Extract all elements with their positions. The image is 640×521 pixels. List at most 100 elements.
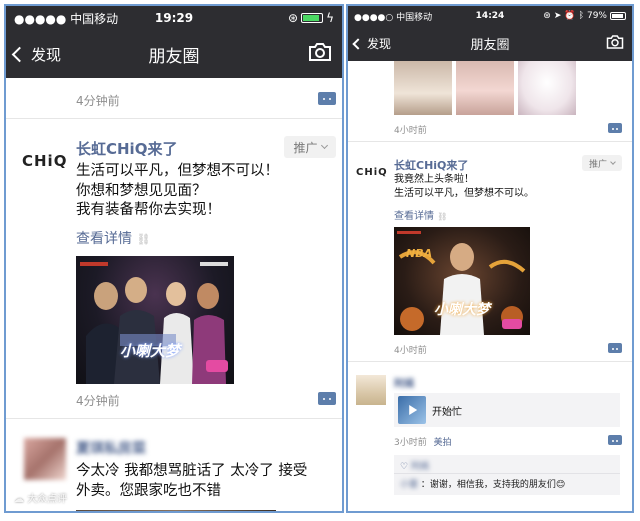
comment-row[interactable]: 小蕾 ：谢谢，相信我，支持我的朋友们😊 xyxy=(400,477,565,490)
battery-percent: 79% xyxy=(586,11,607,21)
poster-title: 小喇大梦 xyxy=(120,342,181,360)
nav-bar: ●●●●● 中国移动 19:29 ⊛ ϟ 发现 朋友圈 xyxy=(6,6,342,78)
carrier-label: ●●●●○ 中国移动 xyxy=(354,12,433,23)
title-bar: 发现 朋友圈 xyxy=(348,26,632,61)
moments-feed[interactable]: 4分钟前 CHiQ 长虹CHiQ来了 推广 生活可以平凡，但梦想不可以！ 你想和… xyxy=(6,78,342,511)
post-line: 生活可以平凡，但梦想不可以。 xyxy=(394,187,534,199)
details-link[interactable]: 查看详情 ⛓ xyxy=(394,207,447,222)
status-icons: ⊛ ϟ xyxy=(288,11,334,25)
post-line: 生活可以平凡，但梦想不可以！ xyxy=(76,163,279,179)
divider xyxy=(6,118,342,119)
likes-comments-box: ♡ 阿嫣 小蕾 ：谢谢，相信我，支持我的朋友们😊 xyxy=(394,455,620,495)
rotation-lock-icon: ⊛ xyxy=(288,11,299,25)
battery-icon xyxy=(301,13,324,23)
camera-button[interactable] xyxy=(606,34,624,53)
watermark-label: 大众点评 xyxy=(27,494,68,505)
back-button[interactable]: 发现 xyxy=(348,35,391,52)
post-time: 4分钟前 xyxy=(76,94,120,108)
status-icons: ⊛ ➤ ⏰ ᛒ 79% xyxy=(543,11,626,21)
details-link-label: 查看详情 xyxy=(76,231,132,247)
moments-feed[interactable]: 4小时前 CHiQ 长虹CHiQ来了 推广 我竟然上头条啦！ 生活可以平凡，但梦… xyxy=(348,61,632,511)
post-time: 4小时前 xyxy=(394,346,427,356)
back-label: 发现 xyxy=(367,37,392,51)
shared-video-card[interactable]: 开始忙 xyxy=(394,393,620,427)
divider xyxy=(6,418,342,419)
post-line: 我有装备帮你去实现！ xyxy=(76,202,221,219)
location-icon: ➤ xyxy=(553,11,562,21)
commenter-name[interactable]: 小蕾 xyxy=(400,480,418,490)
back-label: 发现 xyxy=(31,45,62,64)
post-line: 你想和梦想见见面？ xyxy=(76,182,207,199)
post-photo[interactable] xyxy=(394,61,452,115)
post-time-label: 3小时前 xyxy=(394,438,427,448)
comment-icon[interactable] xyxy=(608,343,622,353)
chevron-left-icon xyxy=(11,46,28,62)
right-phone-screenshot: ●●●●○ 中国移动 14:24 ⊛ ➤ ⏰ ᛒ 79% 发现 朋友圈 4小时前… xyxy=(346,4,634,513)
comment-icon[interactable] xyxy=(608,123,622,133)
post-line: 今太冷 我都想骂脏话了 太冷了 接受 xyxy=(76,463,308,479)
poster-subtitle: NBA xyxy=(406,247,433,260)
post-text: 生活可以平凡，但梦想不可以！ 你想和梦想见见面？ 我有装备帮你去实现！ xyxy=(76,162,338,221)
avatar-logo[interactable]: CHiQ xyxy=(22,152,67,170)
divider xyxy=(394,473,620,474)
back-button[interactable]: 发现 xyxy=(6,44,61,65)
camera-icon xyxy=(606,34,624,49)
ad-poster-image[interactable]: NBA 小喇大梦 xyxy=(394,227,530,335)
avatar[interactable] xyxy=(356,375,386,405)
watermark: ☁ 大众点评 xyxy=(14,490,67,505)
alarm-icon: ⏰ xyxy=(564,11,576,21)
chevron-left-icon xyxy=(352,37,364,50)
bluetooth-icon: ᛒ xyxy=(578,11,584,21)
charging-icon: ϟ xyxy=(326,11,334,25)
title-bar: 发现 朋友圈 xyxy=(6,30,342,78)
chevron-down-icon xyxy=(320,141,328,150)
post-time: 4小时前 xyxy=(394,126,427,136)
camera-button[interactable] xyxy=(308,42,332,66)
status-bar: ●●●●○ 中国移动 14:24 ⊛ ➤ ⏰ ᛒ 79% xyxy=(348,6,632,26)
post-text: 今太冷 我都想骂脏话了 太冷了 接受 外卖。您跟家吃也不错 xyxy=(76,462,340,501)
avatar[interactable] xyxy=(24,438,66,480)
details-link[interactable]: 查看详情 ⛓ xyxy=(76,228,150,248)
comment-icon[interactable] xyxy=(318,392,336,405)
heart-icon: ♡ xyxy=(400,462,409,472)
carrier-label: ●●●●● 中国移动 xyxy=(14,11,119,26)
shared-title: 开始忙 xyxy=(432,406,462,418)
poster-name[interactable]: 长虹CHiQ来了 xyxy=(394,157,468,173)
post-text: 我竟然上头条啦！ 生活可以平凡，但梦想不可以。 xyxy=(394,173,624,200)
promo-tag[interactable]: 推广 xyxy=(582,155,622,171)
source-link[interactable]: 美拍 xyxy=(434,438,452,448)
post-photo[interactable] xyxy=(518,61,576,115)
poster-title: 小喇大梦 xyxy=(434,302,490,318)
post-time: 3小时前 美拍 xyxy=(394,435,452,448)
promo-tag-label: 推广 xyxy=(588,159,607,170)
comment-icon[interactable] xyxy=(318,92,336,105)
poster-art xyxy=(80,262,228,384)
promo-tag-label: 推广 xyxy=(293,140,318,155)
details-link-label: 查看详情 xyxy=(394,211,434,222)
post-time: 4分钟前 xyxy=(76,394,120,408)
left-phone-screenshot: ●●●●● 中国移动 19:29 ⊛ ϟ 发现 朋友圈 4分钟前 CHiQ 长虹… xyxy=(4,4,344,513)
post-line: 我竟然上头条啦！ xyxy=(394,174,474,185)
poster-name[interactable]: 夏琪私房菜 xyxy=(76,438,146,458)
rotation-lock-icon: ⊛ xyxy=(543,11,551,21)
post-photo[interactable] xyxy=(456,61,514,115)
like-name[interactable]: 阿嫣 xyxy=(411,462,429,472)
battery-icon xyxy=(610,12,626,20)
comparison-canvas: ●●●●● 中国移动 19:29 ⊛ ϟ 发现 朋友圈 4分钟前 CHiQ 长虹… xyxy=(0,0,640,521)
ad-poster-image[interactable]: 小喇大梦 xyxy=(76,256,234,384)
divider xyxy=(348,141,632,142)
nav-bar: ●●●●○ 中国移动 14:24 ⊛ ➤ ⏰ ᛒ 79% 发现 朋友圈 xyxy=(348,6,632,61)
status-bar: ●●●●● 中国移动 19:29 ⊛ ϟ xyxy=(6,6,342,30)
link-icon: ⛓ xyxy=(136,233,151,246)
post-image[interactable] xyxy=(76,510,276,511)
link-icon: ⛓ xyxy=(437,212,448,221)
chevron-down-icon xyxy=(610,159,616,165)
likes-row: ♡ 阿嫣 xyxy=(400,459,429,472)
poster-name[interactable]: 阿嫣 xyxy=(394,375,414,390)
poster-name[interactable]: 长虹CHiQ来了 xyxy=(76,138,177,159)
promo-tag[interactable]: 推广 xyxy=(284,136,336,158)
divider xyxy=(348,361,632,362)
camera-icon xyxy=(309,43,331,61)
avatar-logo[interactable]: CHiQ xyxy=(356,167,388,178)
comment-icon[interactable] xyxy=(608,435,622,445)
